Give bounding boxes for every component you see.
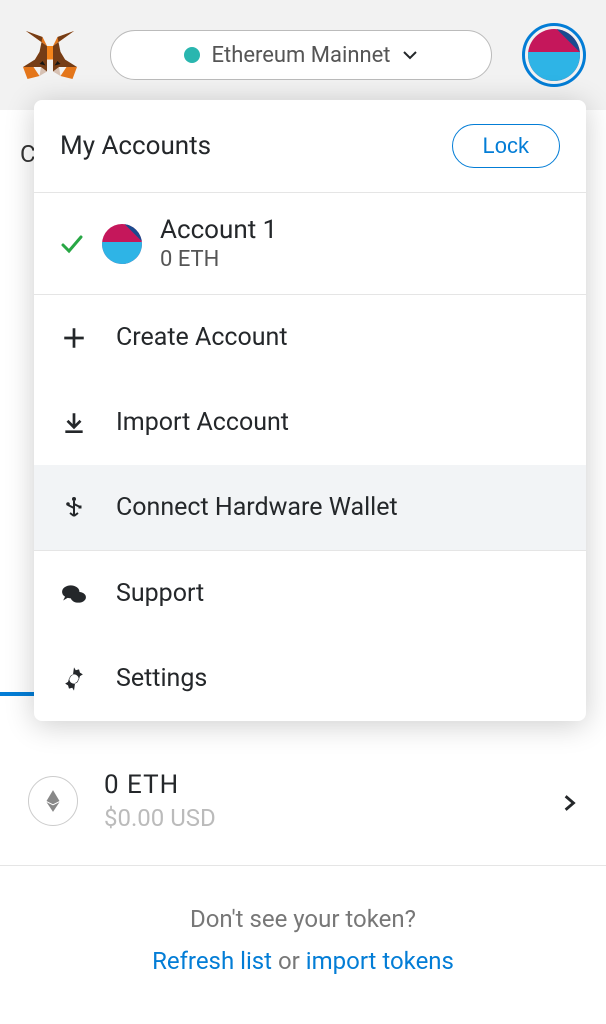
menu-label: Settings (116, 664, 207, 693)
menu-label: Import Account (116, 408, 289, 437)
account-name: Account 1 (160, 215, 277, 245)
dropdown-title: My Accounts (60, 131, 211, 161)
account-avatar-icon (528, 29, 580, 81)
menu-label: Create Account (116, 323, 288, 352)
dropdown-header: My Accounts Lock (34, 100, 586, 193)
account-dropdown: My Accounts Lock Account 1 0 ETH Create … (34, 100, 586, 721)
prompt-question: Don't see your token? (0, 905, 606, 933)
create-account-item[interactable]: Create Account (34, 295, 586, 380)
network-selector[interactable]: Ethereum Mainnet (110, 30, 492, 80)
chevron-right-icon (560, 782, 578, 820)
settings-item[interactable]: Settings (34, 636, 586, 721)
account-balance: 0 ETH (160, 247, 277, 272)
gear-icon (60, 665, 88, 693)
download-icon (60, 409, 88, 437)
network-label: Ethereum Mainnet (212, 43, 391, 68)
network-status-dot (184, 47, 200, 63)
account-info: Account 1 0 ETH (160, 215, 277, 272)
refresh-list-link[interactable]: Refresh list (152, 947, 272, 975)
usb-icon (60, 494, 88, 522)
account-item[interactable]: Account 1 0 ETH (34, 193, 586, 295)
menu-label: Connect Hardware Wallet (116, 493, 398, 522)
check-icon (60, 232, 84, 256)
eth-icon (28, 776, 78, 826)
token-usd: $0.00 USD (104, 804, 560, 832)
connect-hardware-item[interactable]: Connect Hardware Wallet (34, 465, 586, 550)
token-text: 0 ETH $0.00 USD (104, 770, 560, 832)
chat-icon (60, 580, 88, 608)
account-avatar-button[interactable] (522, 23, 586, 87)
account-avatar-icon (102, 224, 142, 264)
import-account-item[interactable]: Import Account (34, 380, 586, 465)
plus-icon (60, 324, 88, 352)
app-header: Ethereum Mainnet (0, 0, 606, 110)
token-row[interactable]: 0 ETH $0.00 USD (0, 770, 606, 832)
chevron-down-icon (402, 47, 418, 63)
support-item[interactable]: Support (34, 550, 586, 636)
metamask-fox-logo (20, 25, 80, 85)
import-tokens-link[interactable]: import tokens (306, 947, 454, 975)
divider (0, 865, 606, 866)
footer-prompt: Don't see your token? Refresh list or im… (0, 905, 606, 975)
or-text: or (272, 947, 306, 975)
menu-label: Support (116, 579, 204, 608)
token-amount: 0 ETH (104, 770, 560, 800)
lock-button[interactable]: Lock (452, 124, 560, 168)
prompt-links: Refresh list or import tokens (0, 947, 606, 975)
